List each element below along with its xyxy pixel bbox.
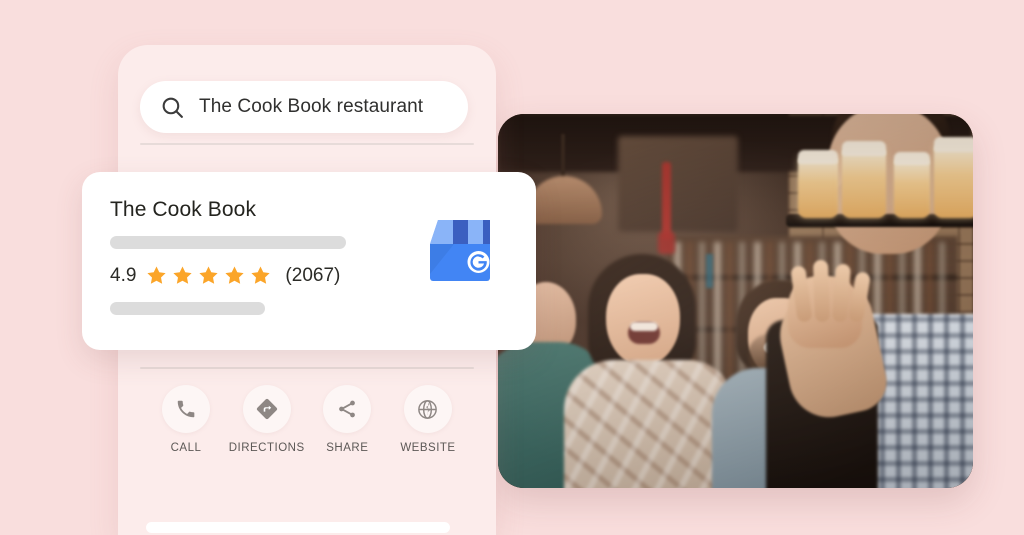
star-rating [145, 264, 272, 287]
review-count: (2067) [285, 264, 341, 286]
call-button-label: CALL [170, 442, 202, 454]
google-business-profile-icon [412, 204, 508, 300]
business-info-card: The Cook Book 4.9 (2067) [82, 172, 536, 350]
photo-woman-body [564, 360, 734, 488]
photo-scene [498, 114, 973, 488]
action-button-row: CALL DIRECTIONS SHARE WEBSITE [140, 385, 474, 454]
photo-lamp-cord [561, 134, 565, 182]
photo-beer-foam [894, 152, 930, 165]
placeholder-bar [110, 236, 346, 249]
share-button[interactable]: SHARE [309, 385, 385, 454]
search-input[interactable]: The Cook Book restaurant [140, 81, 468, 133]
photo-beer-glass [934, 144, 973, 218]
photo-beer-foam [798, 150, 838, 164]
photo-teal-bottle [706, 254, 713, 288]
divider-top [140, 143, 474, 145]
photo-waiter-finger [812, 259, 831, 323]
search-icon [160, 95, 185, 120]
website-button[interactable]: WEBSITE [390, 385, 466, 454]
website-button-circle [403, 385, 452, 433]
directions-button-circle [242, 385, 291, 433]
rating-value: 4.9 [110, 264, 137, 286]
photo-red-object [658, 232, 675, 254]
star-icon [173, 266, 193, 284]
photo-beer-glass [798, 156, 838, 218]
photo-beer-foam [842, 141, 886, 156]
star-icon [147, 266, 167, 284]
photo-woman-face [606, 274, 680, 366]
restaurant-photo [498, 114, 973, 488]
photo-red-bottle [662, 162, 671, 240]
placeholder-bar [146, 522, 450, 533]
photo-woman-teeth [630, 322, 658, 331]
call-button[interactable]: CALL [148, 385, 224, 454]
photo-beer-glass [842, 148, 886, 218]
star-icon [251, 266, 271, 284]
share-button-label: SHARE [326, 442, 369, 454]
photo-wood-beam [618, 136, 738, 232]
share-icon [339, 400, 356, 418]
search-input-value: The Cook Book restaurant [199, 96, 424, 117]
photo-beer-glass [894, 158, 930, 218]
directions-icon [256, 398, 277, 420]
directions-button[interactable]: DIRECTIONS [229, 385, 305, 454]
screenshot-root: The Cook Book restaurant CALL DIRECTIONS… [0, 0, 1024, 535]
star-icon [225, 266, 245, 284]
placeholder-bar [110, 302, 265, 315]
website-button-label: WEBSITE [400, 442, 456, 454]
photo-beer-foam [934, 137, 973, 152]
phone-icon [177, 400, 195, 418]
share-button-circle [323, 385, 372, 433]
divider-middle [140, 367, 474, 369]
call-button-circle [162, 385, 210, 433]
globe-icon [418, 399, 438, 419]
directions-button-label: DIRECTIONS [228, 442, 305, 454]
star-icon [199, 266, 219, 284]
